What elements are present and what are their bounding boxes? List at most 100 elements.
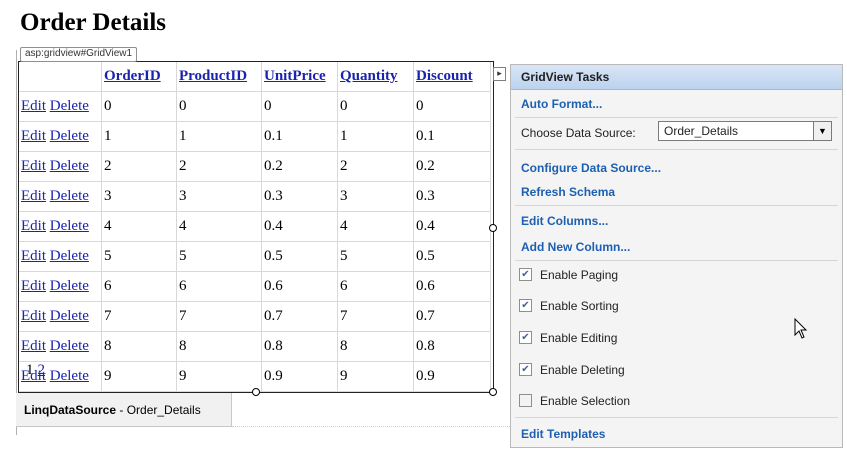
- command-cell: Edit Delete: [19, 91, 102, 122]
- resize-handle-bottom-right[interactable]: [489, 388, 497, 396]
- edit-link[interactable]: Edit: [21, 248, 46, 264]
- cell-orderid: 7: [101, 301, 177, 332]
- cell-orderid: 0: [101, 91, 177, 122]
- table-row: Edit Delete 1 1 0.1 1 0.1: [19, 121, 491, 152]
- table-row: Edit Delete 3 3 0.3 3 0.3: [19, 181, 491, 212]
- option-enable-selection[interactable]: Enable Selection: [519, 393, 630, 409]
- cell-discount: 0.7: [413, 301, 491, 332]
- command-cell: Edit Delete: [19, 181, 102, 212]
- datasource-type: LinqDataSource: [24, 403, 117, 417]
- option-enable-editing[interactable]: ✔ Enable Editing: [519, 330, 617, 346]
- delete-link[interactable]: Delete: [50, 218, 89, 234]
- header-productid[interactable]: ProductID: [176, 62, 262, 92]
- delete-link[interactable]: Delete: [50, 128, 89, 144]
- cell-orderid: 3: [101, 181, 177, 212]
- table-row: Edit Delete 2 2 0.2 2 0.2: [19, 151, 491, 182]
- option-enable-deleting[interactable]: ✔ Enable Deleting: [519, 362, 625, 378]
- cell-discount: 0.5: [413, 241, 491, 272]
- smart-tag-chevron-icon[interactable]: ▸: [493, 67, 506, 81]
- edit-link[interactable]: Edit: [21, 98, 46, 114]
- checkbox-checked-icon[interactable]: ✔: [519, 363, 532, 377]
- checkbox-checked-icon[interactable]: ✔: [519, 299, 532, 313]
- cell-quantity: 9: [337, 361, 414, 392]
- option-label: Enable Paging: [540, 268, 619, 282]
- table-row: Edit Delete 0 0 0 0 0: [19, 91, 491, 122]
- option-label: Enable Selection: [540, 394, 631, 408]
- separator: [515, 149, 838, 150]
- cell-quantity: 8: [337, 331, 414, 362]
- edit-link[interactable]: Edit: [21, 308, 46, 324]
- header-discount[interactable]: Discount: [413, 62, 491, 92]
- edit-link[interactable]: Edit: [21, 338, 46, 354]
- linqdatasource-control[interactable]: LinqDataSource - Order_Details: [16, 393, 232, 427]
- checkbox-checked-icon[interactable]: ✔: [519, 268, 532, 282]
- table-row: Edit Delete 5 5 0.5 5 0.5: [19, 241, 491, 272]
- gridview-tasks-panel: GridView Tasks Auto Format... Choose Dat…: [510, 64, 843, 448]
- edit-link[interactable]: Edit: [21, 278, 46, 294]
- option-label: Enable Editing: [540, 331, 618, 345]
- pager: 12: [26, 362, 45, 379]
- command-cell: Edit Delete: [19, 151, 102, 182]
- cell-orderid: 6: [101, 271, 177, 302]
- checkbox-checked-icon[interactable]: ✔: [519, 331, 532, 345]
- cell-unitprice: 0.2: [261, 151, 338, 182]
- refresh-schema-link[interactable]: Refresh Schema: [521, 184, 615, 200]
- cell-productid: 1: [176, 121, 262, 152]
- cell-unitprice: 0: [261, 91, 338, 122]
- cell-quantity: 5: [337, 241, 414, 272]
- edit-templates-link[interactable]: Edit Templates: [521, 426, 605, 442]
- command-cell: Edit Delete: [19, 301, 102, 332]
- edit-columns-link[interactable]: Edit Columns...: [521, 213, 608, 229]
- separator: [515, 260, 838, 261]
- resize-handle-right[interactable]: [489, 224, 497, 232]
- command-cell: Edit Delete: [19, 211, 102, 242]
- table-row: Edit Delete 9 9 0.9 9 0.9: [19, 361, 491, 392]
- cell-unitprice: 0.6: [261, 271, 338, 302]
- header-quantity[interactable]: Quantity: [337, 62, 414, 92]
- resize-handle-bottom[interactable]: [252, 388, 260, 396]
- cell-discount: 0.4: [413, 211, 491, 242]
- cell-unitprice: 0.3: [261, 181, 338, 212]
- delete-link[interactable]: Delete: [50, 248, 89, 264]
- cell-discount: 0.9: [413, 361, 491, 392]
- edit-link[interactable]: Edit: [21, 128, 46, 144]
- delete-link[interactable]: Delete: [50, 308, 89, 324]
- header-unitprice[interactable]: UnitPrice: [261, 62, 338, 92]
- header-orderid[interactable]: OrderID: [101, 62, 177, 92]
- option-enable-sorting[interactable]: ✔ Enable Sorting: [519, 298, 619, 314]
- delete-link[interactable]: Delete: [50, 98, 89, 114]
- table-row: Edit Delete 7 7 0.7 7 0.7: [19, 301, 491, 332]
- cell-discount: 0.1: [413, 121, 491, 152]
- configure-data-source-link[interactable]: Configure Data Source...: [521, 160, 661, 176]
- checkbox-unchecked-icon[interactable]: [519, 394, 532, 408]
- cell-productid: 6: [176, 271, 262, 302]
- data-source-dropdown[interactable]: Order_Details ▼: [658, 121, 832, 141]
- delete-link[interactable]: Delete: [50, 338, 89, 354]
- cell-discount: 0.3: [413, 181, 491, 212]
- table-row: Edit Delete 6 6 0.6 6 0.6: [19, 271, 491, 302]
- page-title: Order Details: [20, 9, 167, 36]
- edit-link[interactable]: Edit: [21, 218, 46, 234]
- delete-link[interactable]: Delete: [50, 278, 89, 294]
- delete-link[interactable]: Delete: [50, 368, 89, 384]
- cell-quantity: 1: [337, 121, 414, 152]
- cell-discount: 0.8: [413, 331, 491, 362]
- delete-link[interactable]: Delete: [50, 158, 89, 174]
- option-enable-paging[interactable]: ✔ Enable Paging: [519, 267, 618, 283]
- cell-productid: 8: [176, 331, 262, 362]
- cell-unitprice: 0.8: [261, 331, 338, 362]
- auto-format-link[interactable]: Auto Format...: [521, 96, 602, 112]
- pager-next-page-link[interactable]: 2: [38, 362, 46, 378]
- dropdown-arrow-icon[interactable]: ▼: [813, 122, 831, 140]
- add-new-column-link[interactable]: Add New Column...: [521, 239, 630, 255]
- edit-link[interactable]: Edit: [21, 188, 46, 204]
- cell-productid: 9: [176, 361, 262, 392]
- cell-orderid: 2: [101, 151, 177, 182]
- command-cell: Edit Delete: [19, 331, 102, 362]
- edit-link[interactable]: Edit: [21, 158, 46, 174]
- delete-link[interactable]: Delete: [50, 188, 89, 204]
- cell-quantity: 4: [337, 211, 414, 242]
- table-row: Edit Delete 4 4 0.4 4 0.4: [19, 211, 491, 242]
- cell-discount: 0.2: [413, 151, 491, 182]
- cell-orderid: 8: [101, 331, 177, 362]
